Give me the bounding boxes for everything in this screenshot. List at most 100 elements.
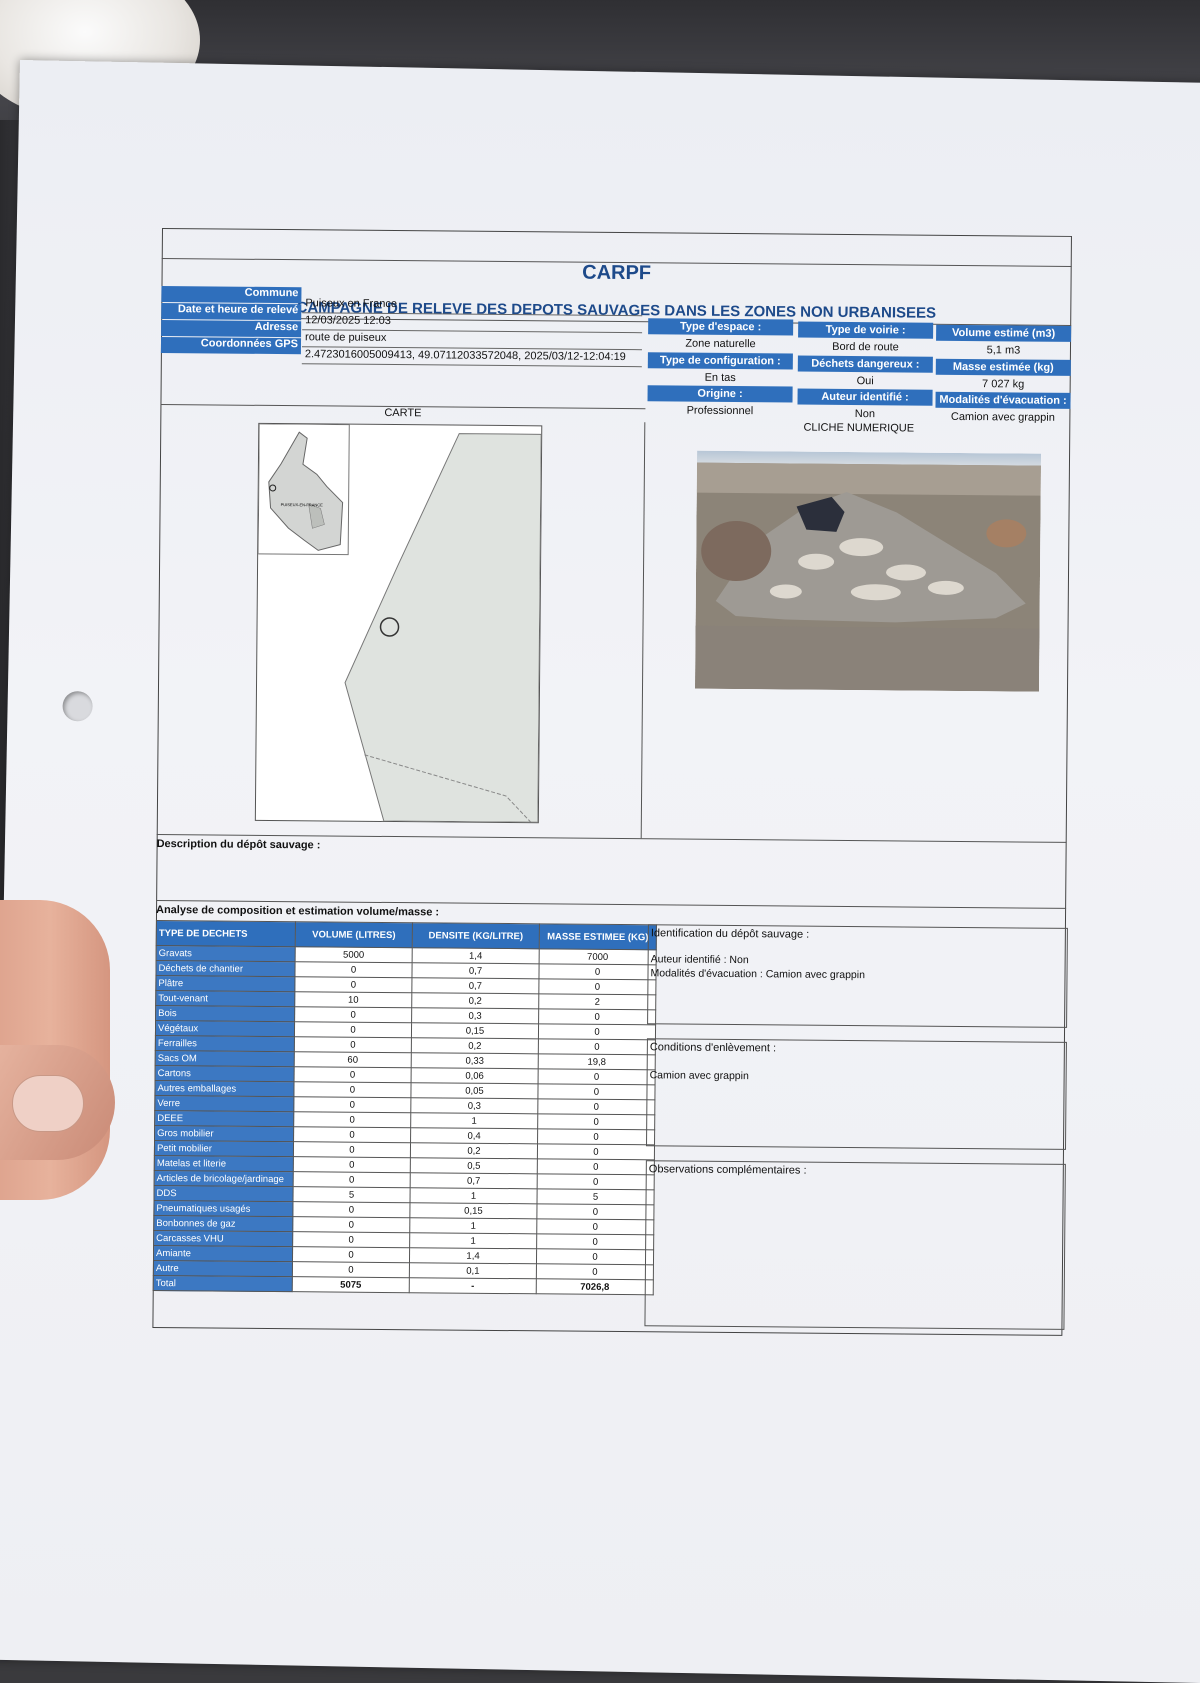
site-photo [695, 450, 1042, 692]
identification-auteur: Auteur identifié : Non [650, 953, 749, 967]
volume-value: 5,1 m3 [986, 344, 1021, 357]
origine-label: Origine : [647, 385, 793, 403]
row-type: Sacs OM [155, 1050, 295, 1067]
row-masse: 19,8 [538, 1053, 656, 1070]
dangereux-label: Déchets dangereux : [797, 355, 933, 373]
row-type: Gros mobilier [154, 1125, 294, 1142]
type-voirie-label: Type de voirie : [798, 321, 934, 339]
row-volume: 5 [293, 1186, 411, 1203]
row-volume: 0 [292, 1201, 411, 1218]
row-volume: 5000 [295, 946, 413, 963]
adresse-value: route de puiseux [301, 331, 643, 351]
row-masse: 0 [536, 1263, 654, 1280]
col-type: TYPE DE DECHETS [156, 920, 296, 947]
row-volume: 0 [293, 1156, 411, 1173]
row-densite: 0,4 [410, 1127, 538, 1144]
date-label: Date et heure de relevé [161, 302, 302, 321]
col-densite: DENSITE (KG/LITRE) [412, 922, 540, 949]
row-densite: 0,7 [411, 977, 539, 994]
row-volume: 0 [293, 1081, 412, 1098]
row-densite: 1 [409, 1232, 537, 1249]
row-densite: 0,7 [410, 1172, 538, 1189]
row-masse: 0 [538, 963, 657, 980]
composition-table: TYPE DE DECHETS VOLUME (LITRES) DENSITE … [153, 920, 657, 1295]
row-masse: 5 [536, 1188, 655, 1205]
adresse-label: Adresse [161, 319, 302, 338]
row-volume: 0 [293, 1111, 411, 1128]
map-svg: PUISEUX-EN-FRANCE [257, 423, 542, 823]
row-type: Carcasses VHU [153, 1230, 293, 1247]
row-densite: 0,3 [411, 1007, 539, 1024]
row-volume: 0 [293, 1171, 411, 1188]
row-type: Petit mobilier [154, 1140, 294, 1157]
row-densite: 0,2 [411, 1037, 539, 1054]
config-label: Type de configuration : [647, 352, 793, 370]
row-type: Autres emballages [154, 1080, 295, 1097]
row-masse: 0 [536, 1248, 654, 1265]
row-type: Bois [155, 1005, 295, 1022]
row-volume: 0 [294, 961, 413, 978]
row-masse: 0 [538, 1038, 656, 1055]
row-volume: 0 [294, 1036, 412, 1053]
commune-label: Commune [161, 285, 302, 304]
row-volume: 0 [294, 976, 412, 993]
row-volume: 0 [294, 1021, 412, 1038]
type-espace-value: Zone naturelle [685, 337, 756, 351]
row-type: Ferrailles [155, 1035, 295, 1052]
row-masse: 0 [537, 1173, 655, 1190]
row-masse: 0 [536, 1233, 654, 1250]
row-volume: 0 [294, 1066, 412, 1083]
row-type: Articles de bricolage/jardinage [154, 1170, 294, 1187]
row-type: Déchets de chantier [155, 960, 296, 977]
identification-box: Identification du dépôt sauvage : Auteur… [647, 924, 1068, 1028]
type-espace-label: Type d'espace : [648, 318, 794, 336]
row-type: Bonbonnes de gaz [153, 1215, 293, 1232]
row-type: Autre [153, 1260, 293, 1277]
row-densite: 0,33 [411, 1052, 539, 1069]
row-volume: 0 [292, 1246, 410, 1263]
row-densite: 0,1 [409, 1262, 537, 1279]
gps-label: Coordonnées GPS [160, 336, 302, 355]
row-masse: 0 [538, 978, 656, 995]
row-masse: 0 [537, 1083, 656, 1100]
row-volume: 0 [293, 1126, 411, 1143]
row-volume: 0 [294, 1006, 412, 1023]
config-value: En tas [704, 371, 736, 385]
dangereux-value: Oui [856, 375, 874, 388]
row-densite: 0,15 [409, 1202, 537, 1219]
total-masse: 7026,8 [536, 1278, 654, 1295]
row-type: DEEE [154, 1110, 294, 1127]
row-masse: 7000 [539, 948, 657, 965]
col-masse: MASSE ESTIMEE (KG) [539, 923, 657, 950]
row-type: Matelas et literie [154, 1155, 294, 1172]
row-densite: 0,5 [410, 1157, 538, 1174]
origine-value: Professionnel [686, 404, 754, 418]
row-type: Gravats [156, 945, 296, 962]
observations-box: Observations complémentaires : [644, 1160, 1066, 1330]
conditions-value: Camion avec grappin [649, 1069, 749, 1083]
row-densite: 0,06 [411, 1067, 539, 1084]
row-type: Pneumatiques usagés [153, 1200, 294, 1217]
row-masse: 0 [537, 1128, 655, 1145]
map-parcel [344, 433, 542, 823]
gps-value: 2.4723016005009413, 49.07112033572048, 2… [301, 348, 642, 368]
col-volume: VOLUME (LITRES) [295, 921, 413, 948]
row-volume: 0 [293, 1141, 411, 1158]
row-masse: 0 [537, 1098, 655, 1115]
row-densite: 0,7 [411, 962, 540, 979]
masse-label: Masse estimée (kg) [935, 358, 1071, 376]
row-masse: 0 [536, 1218, 654, 1235]
row-type: Cartons [155, 1065, 295, 1082]
identification-modalites: Modalités d'évacuation : Camion avec gra… [650, 967, 866, 982]
row-densite: 0,2 [411, 992, 539, 1009]
row-densite: 1 [409, 1217, 537, 1234]
row-densite: 0,15 [411, 1022, 539, 1039]
row-volume: 0 [292, 1216, 410, 1233]
row-volume: 0 [292, 1261, 410, 1278]
date-value: 12/03/2025 12:03 [302, 314, 643, 334]
total-volume: 5075 [292, 1276, 410, 1293]
row-volume: 10 [294, 991, 412, 1008]
masse-value: 7 027 kg [982, 378, 1025, 391]
row-densite: 1,4 [412, 947, 540, 964]
row-densite: 0,05 [410, 1082, 539, 1099]
